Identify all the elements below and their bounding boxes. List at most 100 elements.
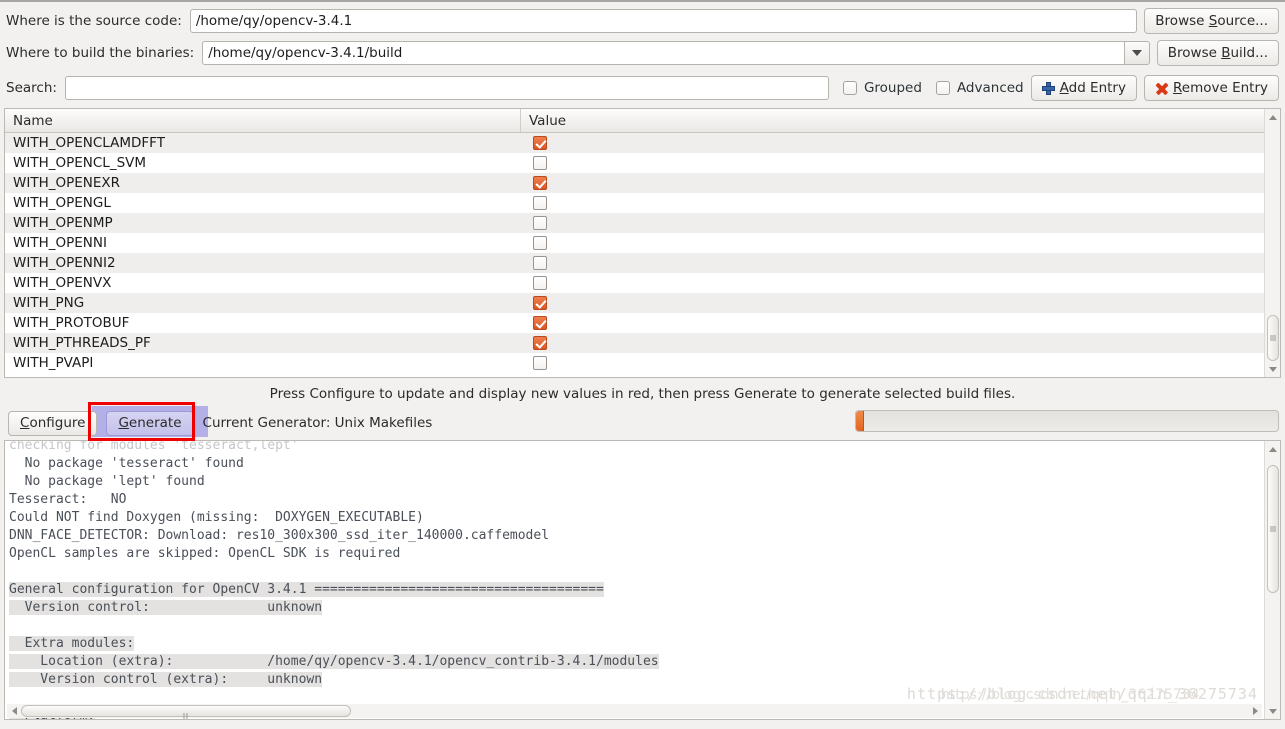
checkbox-unchecked-icon[interactable] (533, 256, 547, 270)
cache-variables-table: Name Value WITH_OPENCLAMDFFT WITH_OPENCL_… (4, 108, 1281, 378)
checkbox-unchecked-icon[interactable] (533, 196, 547, 210)
console-line: Could NOT find Doxygen (missing: DOXYGEN… (9, 509, 1260, 527)
table-row[interactable]: WITH_PNG (5, 293, 1280, 313)
cache-variable-value[interactable] (521, 276, 1280, 290)
search-input[interactable] (64, 76, 829, 100)
console-hscrollbar-thumb[interactable] (21, 705, 351, 719)
cache-variable-value[interactable] (521, 336, 1280, 350)
source-path-input[interactable] (189, 9, 1138, 33)
table-header: Name Value (5, 109, 1280, 133)
console-line: Version control: unknown (9, 599, 1260, 617)
console-line: No package 'lept' found (9, 473, 1260, 491)
cache-variable-name: WITH_OPENNI (13, 235, 107, 251)
triangle-left-icon (11, 707, 17, 715)
cache-variable-value[interactable] (521, 296, 1280, 310)
cache-variable-value[interactable] (521, 256, 1280, 270)
console-line-text: checking for modules 'tesseract,lept' (9, 440, 299, 453)
triangle-up-icon (1269, 114, 1277, 120)
grouped-checkbox[interactable]: Grouped (842, 80, 922, 96)
build-path-dropdown-button[interactable] (1123, 41, 1150, 65)
table-row[interactable]: WITH_OPENCLAMDFFT (5, 133, 1280, 153)
cache-vertical-scrollbar[interactable] (1264, 109, 1280, 377)
grip-icon (1270, 335, 1276, 342)
build-path-input[interactable] (202, 41, 1124, 65)
console-scroll-right-button[interactable] (1248, 704, 1262, 718)
browse-source-label: Browse Source... (1155, 13, 1268, 29)
cache-variable-name: WITH_PVAPI (13, 355, 94, 371)
console-line-text: Tesseract: NO (9, 492, 127, 507)
output-console[interactable]: checking for modules 'tesseract,lept' No… (4, 440, 1281, 720)
console-scroll-down-button[interactable] (1265, 704, 1280, 718)
console-line: Extra modules: (9, 635, 1260, 653)
cache-variable-value[interactable] (521, 136, 1280, 150)
console-line: Location (extra): /home/qy/opencv-3.4.1/… (9, 653, 1260, 671)
console-line: General configuration for OpenCV 3.4.1 =… (9, 581, 1260, 599)
console-horizontal-scrollbar[interactable] (7, 704, 1262, 719)
build-path-combobox[interactable] (202, 41, 1150, 65)
configure-button[interactable]: Configure (8, 410, 98, 436)
table-row[interactable]: WITH_PROTOBUF (5, 313, 1280, 333)
table-row[interactable]: WITH_OPENCL_SVM (5, 153, 1280, 173)
cache-variable-name: WITH_OPENCLAMDFFT (13, 135, 165, 151)
cache-variable-value[interactable] (521, 356, 1280, 370)
table-row[interactable]: WITH_OPENNI (5, 233, 1280, 253)
cache-variable-value[interactable] (521, 216, 1280, 230)
checkbox-unchecked-icon[interactable] (533, 216, 547, 230)
checkbox-checked-icon[interactable] (533, 136, 547, 150)
build-row: Where to build the binaries: Browse Buil… (0, 40, 1285, 66)
checkbox-unchecked-icon[interactable] (533, 236, 547, 250)
checkbox-checked-icon[interactable] (533, 336, 547, 350)
cache-variable-value[interactable] (521, 236, 1280, 250)
console-line-text: No package 'lept' found (9, 474, 205, 489)
console-scroll-up-button[interactable] (1265, 442, 1280, 456)
console-line: checking for modules 'tesseract,lept' (9, 440, 1260, 455)
triangle-right-icon (1252, 707, 1258, 715)
checkbox-checked-icon[interactable] (533, 296, 547, 310)
table-row[interactable]: WITH_OPENVX (5, 273, 1280, 293)
checkbox-checked-icon[interactable] (533, 316, 547, 330)
checkbox-unchecked-icon[interactable] (533, 276, 547, 290)
cross-icon (1155, 82, 1168, 95)
cache-scrollbar-thumb[interactable] (1267, 315, 1279, 361)
checkbox-unchecked-icon[interactable] (533, 356, 547, 370)
browse-source-button[interactable]: Browse Source... (1144, 8, 1279, 34)
console-vertical-scrollbar[interactable] (1264, 441, 1280, 719)
scroll-up-button[interactable] (1265, 110, 1281, 124)
remove-entry-button[interactable]: Remove Entry (1143, 75, 1279, 101)
current-generator-status: Current Generator: Unix Makefiles (202, 415, 433, 431)
checkbox-unchecked-icon[interactable] (533, 156, 547, 170)
cache-variable-name: WITH_OPENGL (13, 195, 111, 211)
console-scrollbar-thumb[interactable] (1267, 465, 1279, 593)
add-entry-button[interactable]: Add Entry (1030, 75, 1137, 101)
cache-variable-value[interactable] (521, 176, 1280, 190)
cache-variable-name: WITH_OPENEXR (13, 175, 121, 191)
advanced-checkbox[interactable]: Advanced (935, 80, 1024, 96)
advanced-checkbox-box[interactable] (935, 81, 950, 95)
triangle-down-icon (1269, 708, 1277, 714)
console-scroll-left-button[interactable] (7, 704, 21, 718)
table-body: WITH_OPENCLAMDFFT WITH_OPENCL_SVM WITH_OPE… (5, 133, 1280, 373)
cmake-gui-window: Where is the source code: Browse Source.… (0, 0, 1285, 729)
table-row[interactable]: WITH_OPENMP (5, 213, 1280, 233)
table-row[interactable]: WITH_PTHREADS_PF (5, 333, 1280, 353)
cache-variable-value[interactable] (521, 156, 1280, 170)
table-row[interactable]: WITH_OPENEXR (5, 173, 1280, 193)
cache-variable-name: WITH_OPENMP (13, 215, 113, 231)
cache-variable-value[interactable] (521, 196, 1280, 210)
console-text: checking for modules 'tesseract,lept' No… (5, 440, 1264, 719)
scroll-down-button[interactable] (1265, 362, 1281, 376)
console-line: Version control (extra): unknown (9, 671, 1260, 689)
checkbox-checked-icon[interactable] (533, 176, 547, 190)
browse-build-button[interactable]: Browse Build... (1156, 40, 1279, 66)
cache-variable-value[interactable] (521, 316, 1280, 330)
generate-button[interactable]: Generate (106, 410, 194, 436)
table-row[interactable]: WITH_OPENGL (5, 193, 1280, 213)
grouped-checkbox-box[interactable] (842, 81, 857, 95)
progress-bar-fill (856, 411, 865, 431)
column-header-value[interactable]: Value (521, 109, 1280, 132)
table-row[interactable]: WITH_PVAPI (5, 353, 1280, 373)
source-row: Where is the source code: Browse Source.… (0, 8, 1285, 34)
column-header-name[interactable]: Name (5, 109, 521, 132)
table-row[interactable]: WITH_OPENNI2 (5, 253, 1280, 273)
